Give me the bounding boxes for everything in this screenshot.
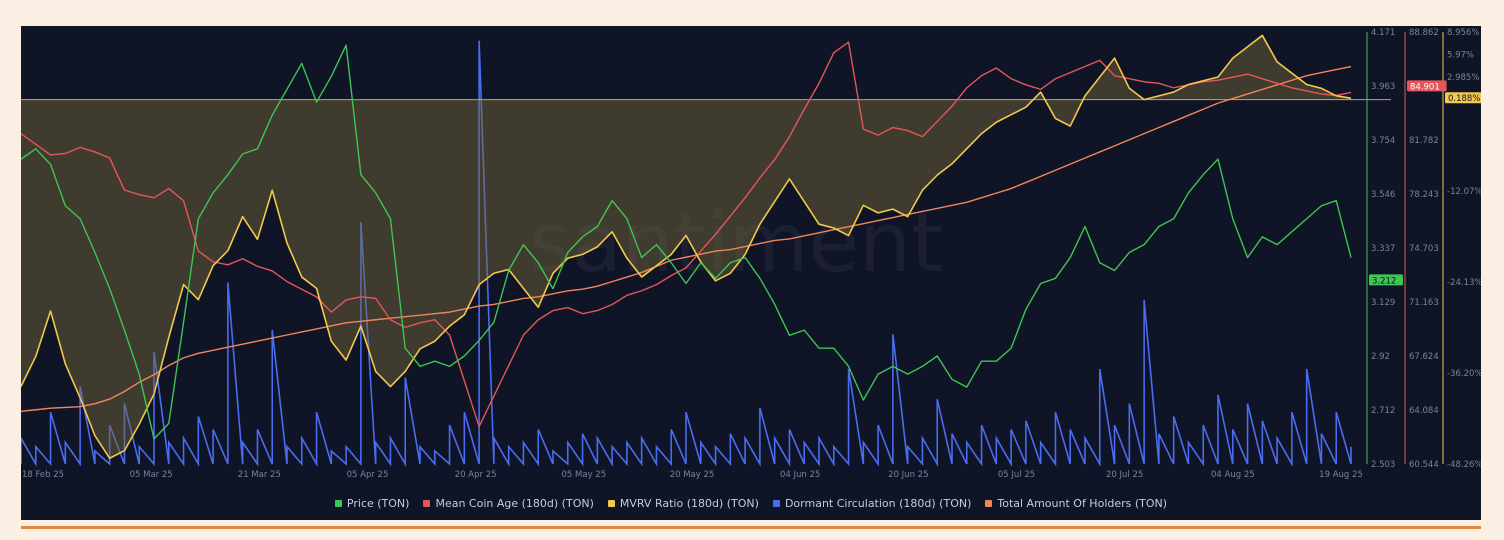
svg-text:84.901: 84.901 [1410, 82, 1440, 92]
chart-svg[interactable]: santiment 4.1713.9633.7543.5463.3373.129… [20, 26, 1485, 520]
price-tick-label: 3.129 [1371, 298, 1395, 308]
legend-label: Mean Coin Age (180d) (TON) [435, 496, 594, 510]
chart-panel: santiment 4.171 3.963 3.754 3.546 3.337 3.129… [20, 26, 1485, 520]
legend-item-dormant[interactable]: Dormant Circulation (180d) (TON) [772, 496, 972, 510]
svg-text:0.188%: 0.188% [1448, 94, 1480, 104]
x-tick-label: 19 Aug 25 [1319, 470, 1363, 480]
legend-item-mvrv[interactable]: MVRV Ratio (180d) (TON) [607, 496, 759, 510]
legend-swatch-dormant [772, 499, 780, 507]
mvrv-tick-label: 8.956% [1447, 28, 1479, 38]
mvrv-tick-label: -12.07% [1447, 187, 1481, 197]
x-tick-label: 04 Jun 25 [780, 470, 820, 480]
legend-swatch-holders [985, 499, 993, 507]
x-tick-label: 05 Apr 25 [347, 470, 389, 480]
coin-age-tick-label: 78.243 [1409, 190, 1439, 200]
x-tick-label: 20 May 25 [670, 470, 715, 480]
mvrv-tick-label: -36.20% [1447, 369, 1481, 379]
price-tick-label: 2.92 [1371, 352, 1390, 362]
x-tick-label: 05 May 25 [562, 470, 607, 480]
legend-swatch-coin-age [423, 499, 431, 507]
x-tick-label: 20 Jul 25 [1106, 470, 1143, 480]
bottom-rule [21, 526, 1481, 529]
mvrv-current-badge: 0.188% [1445, 92, 1485, 104]
price-tick-label: 3.754 [1371, 136, 1395, 146]
coin-age-tick-label: 71.163 [1409, 298, 1439, 308]
price-tick-label: 4.171 [1371, 28, 1395, 38]
x-tick-label: 21 Mar 25 [238, 470, 281, 480]
mvrv-tick-label: 5.97% [1447, 51, 1474, 61]
legend-swatch-price [334, 499, 342, 507]
price-current-badge: 3.212 [1369, 274, 1403, 286]
x-tick-label: 20 Apr 25 [455, 470, 497, 480]
coin-age-current-badge: 84.901 [1407, 80, 1447, 92]
svg-text:3.212: 3.212 [1372, 276, 1396, 286]
legend-item-price[interactable]: Price (TON) [334, 496, 410, 510]
legend: Price (TON) Mean Coin Age (180d) (TON) M… [21, 492, 1481, 514]
legend-label: MVRV Ratio (180d) (TON) [619, 496, 759, 510]
legend-label: Total Amount Of Holders (TON) [997, 496, 1168, 510]
price-tick-label: 3.546 [1371, 190, 1395, 200]
x-tick-label: 05 Mar 25 [130, 470, 173, 480]
coin-age-tick-label: 67.624 [1409, 352, 1439, 362]
mvrv-tick-label: -24.13% [1447, 278, 1481, 288]
legend-label: Price (TON) [346, 496, 410, 510]
mvrv-tick-label: -48.26% [1447, 460, 1481, 470]
legend-item-holders[interactable]: Total Amount Of Holders (TON) [985, 497, 1167, 510]
x-tick-label: 04 Aug 25 [1211, 470, 1255, 480]
coin-age-tick-label: 60.544 [1409, 460, 1439, 470]
legend-label: Dormant Circulation (180d) (TON) [784, 496, 972, 510]
legend-item-coin-age[interactable]: Mean Coin Age (180d) (TON) [423, 496, 594, 510]
price-tick-label: 2.712 [1371, 406, 1395, 416]
mvrv-tick-label: 2.985% [1447, 73, 1479, 83]
x-tick-label: 05 Jul 25 [998, 470, 1035, 480]
coin-age-tick-label: 64.084 [1409, 406, 1439, 416]
price-tick-label: 3.963 [1371, 82, 1395, 92]
coin-age-tick-label: 81.782 [1409, 136, 1439, 146]
coin-age-tick-label: 74.703 [1409, 244, 1439, 254]
x-tick-label: 18 Feb 25 [22, 470, 64, 480]
legend-swatch-mvrv [607, 499, 615, 507]
price-tick-label: 3.337 [1371, 244, 1395, 254]
coin-age-tick-label: 88.862 [1409, 28, 1439, 38]
x-tick-label: 20 Jun 25 [888, 470, 928, 480]
price-tick-label: 2.503 [1371, 460, 1395, 470]
